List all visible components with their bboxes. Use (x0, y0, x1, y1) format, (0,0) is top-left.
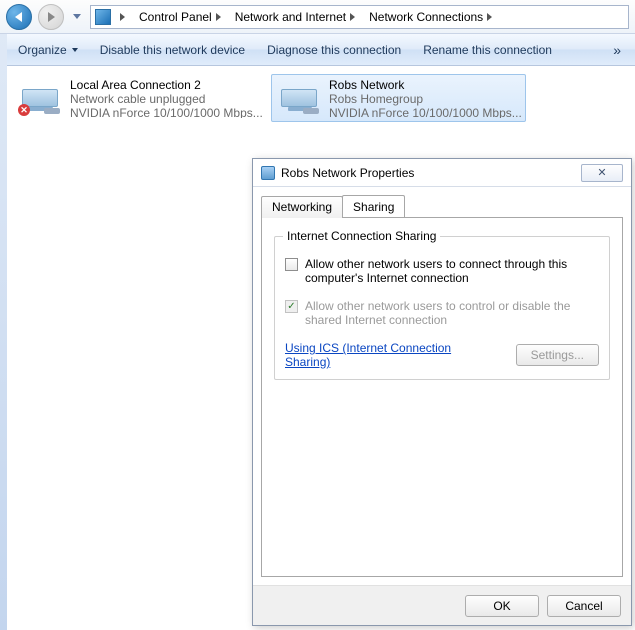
overflow-chevron-icon[interactable]: » (607, 42, 627, 58)
network-icon (261, 166, 275, 180)
breadcrumb-item[interactable]: Control Panel (134, 6, 226, 28)
allow-connect-label: Allow other network users to connect thr… (305, 257, 599, 285)
cancel-button[interactable]: Cancel (547, 595, 621, 617)
check-icon: ✓ (287, 302, 295, 312)
connections-list: ✕ Local Area Connection 2 Network cable … (0, 66, 635, 130)
breadcrumb-root-chevron[interactable] (115, 6, 130, 28)
address-bar: Control Panel Network and Internet Netwo… (0, 0, 635, 34)
breadcrumb-label: Control Panel (139, 10, 212, 24)
ok-button[interactable]: OK (465, 595, 539, 617)
organize-menu[interactable]: Organize (8, 39, 88, 61)
back-button[interactable] (6, 4, 32, 30)
breadcrumb-label: Network and Internet (235, 10, 346, 24)
close-button[interactable]: ✕ (581, 164, 623, 182)
breadcrumb-label: Network Connections (369, 10, 483, 24)
connection-item[interactable]: Robs Network Robs Homegroup NVIDIA nForc… (271, 74, 526, 122)
tab-sharing[interactable]: Sharing (342, 195, 405, 217)
disable-device-button[interactable]: Disable this network device (90, 39, 255, 61)
nav-history-dropdown[interactable] (70, 4, 84, 30)
connection-icon: ✕ (16, 78, 64, 118)
allow-connect-checkbox[interactable] (285, 258, 298, 271)
diagnose-button[interactable]: Diagnose this connection (257, 39, 411, 61)
control-panel-icon (95, 9, 111, 25)
groupbox-legend: Internet Connection Sharing (283, 229, 440, 243)
cable-icon (303, 108, 319, 114)
arrow-left-icon (15, 12, 22, 22)
chevron-down-icon (72, 48, 78, 52)
cable-icon (44, 108, 60, 114)
connection-adapter: NVIDIA nForce 10/100/1000 Mbps... (70, 106, 263, 118)
tab-networking[interactable]: Networking (261, 196, 343, 218)
connection-title: Local Area Connection 2 (70, 78, 263, 92)
connection-icon (275, 78, 323, 118)
allow-control-checkbox: ✓ (285, 300, 298, 313)
connection-title: Robs Network (329, 78, 522, 92)
connection-adapter: NVIDIA nForce 10/100/1000 Mbps... (329, 106, 522, 118)
breadcrumb-item[interactable]: Network and Internet (230, 6, 360, 28)
organize-label: Organize (18, 43, 67, 57)
dialog-title: Robs Network Properties (281, 166, 414, 180)
breadcrumb[interactable]: Control Panel Network and Internet Netwo… (90, 5, 629, 29)
allow-control-label: Allow other network users to control or … (305, 299, 599, 327)
connection-item[interactable]: ✕ Local Area Connection 2 Network cable … (12, 74, 267, 122)
connection-status: Network cable unplugged (70, 92, 263, 106)
ics-groupbox: Internet Connection Sharing Allow other … (274, 236, 610, 380)
dialog-titlebar[interactable]: Robs Network Properties ✕ (253, 159, 631, 187)
tab-panel-sharing: Internet Connection Sharing Allow other … (261, 217, 623, 577)
settings-button: Settings... (516, 344, 599, 366)
properties-dialog: Robs Network Properties ✕ Networking Sha… (252, 158, 632, 626)
error-badge-icon: ✕ (18, 104, 30, 116)
close-icon: ✕ (597, 166, 606, 179)
tab-strip: Networking Sharing (261, 195, 623, 217)
arrow-right-icon (48, 12, 55, 22)
connection-status: Robs Homegroup (329, 92, 522, 106)
nic-icon (281, 89, 317, 107)
breadcrumb-item[interactable]: Network Connections (364, 6, 497, 28)
forward-button[interactable] (38, 4, 64, 30)
rename-button[interactable]: Rename this connection (413, 39, 562, 61)
command-bar: Organize Disable this network device Dia… (0, 34, 635, 66)
dialog-footer: OK Cancel (253, 585, 631, 625)
ics-help-link[interactable]: Using ICS (Internet Connection Sharing) (285, 341, 492, 369)
